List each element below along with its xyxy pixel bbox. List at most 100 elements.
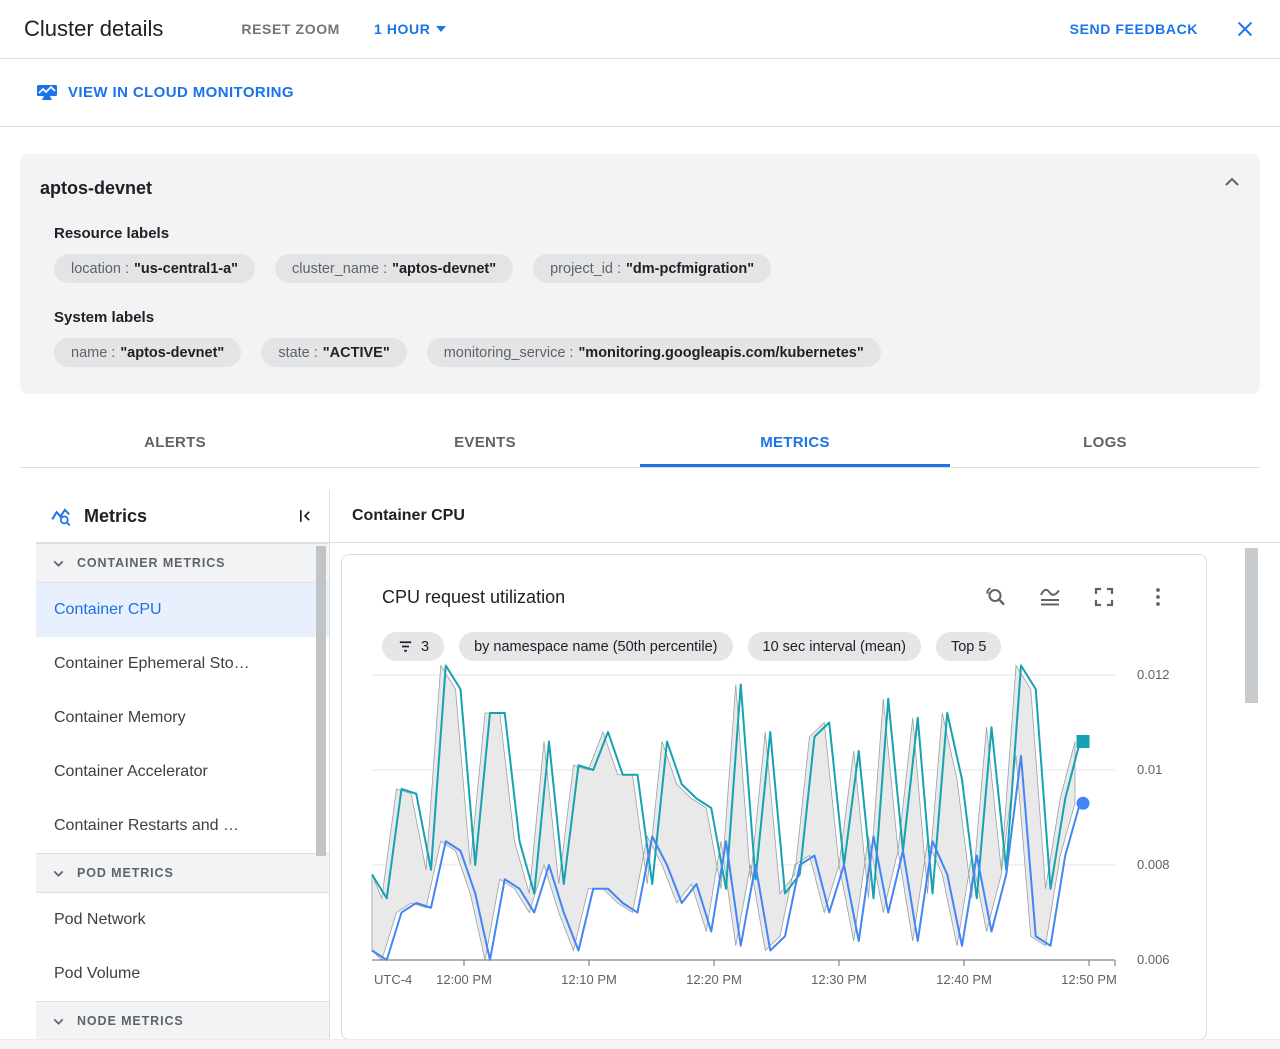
chart-menu-button[interactable] [1146, 585, 1170, 609]
sidebar-item-container-memory[interactable]: Container Memory [36, 691, 329, 745]
chip-key: name [71, 344, 108, 361]
metrics-sidebar: Metrics CONTAINER METRICS Container CPU … [36, 490, 330, 1043]
sidebar-item-container-cpu[interactable]: Container CPU [36, 583, 329, 637]
chart-panel-title: Container CPU [330, 490, 1280, 543]
chevron-down-icon [53, 560, 64, 567]
chip-colon: : [313, 344, 318, 361]
cluster-name: aptos-devnet [40, 178, 153, 198]
filter-count-chip[interactable]: 3 [382, 632, 445, 661]
monitoring-chart-icon [37, 84, 57, 100]
view-in-cloud-monitoring-link[interactable]: VIEW IN CLOUD MONITORING [36, 83, 294, 103]
label-chip-name[interactable]: name: "aptos-devnet" [54, 338, 242, 367]
svg-text:12:20 PM: 12:20 PM [686, 972, 742, 987]
chip-value: "ACTIVE" [322, 344, 390, 361]
chip-value: "dm-pcfmigration" [626, 260, 755, 277]
send-feedback-button[interactable]: SEND FEEDBACK [1070, 21, 1198, 37]
cpu-chart-card: CPU request utilization 3 by namespace n… [341, 554, 1207, 1040]
svg-text:12:00 PM: 12:00 PM [436, 972, 492, 987]
label-chip-project-id[interactable]: project_id: "dm-pcfmigration" [533, 254, 772, 283]
label-chip-monitoring-service[interactable]: monitoring_service: "monitoring.googleap… [426, 338, 881, 367]
svg-text:12:50 PM: 12:50 PM [1061, 972, 1117, 987]
chip-key: cluster_name [292, 260, 380, 277]
svg-text:UTC-4: UTC-4 [374, 972, 412, 987]
view-in-cloud-monitoring-label: VIEW IN CLOUD MONITORING [68, 84, 294, 101]
reset-zoom-button[interactable]: RESET ZOOM [241, 21, 340, 37]
top-n-chip[interactable]: Top 5 [935, 632, 1002, 661]
fullscreen-button[interactable] [1092, 585, 1116, 609]
chip-colon: : [124, 260, 130, 277]
svg-text:0.006: 0.006 [1137, 952, 1170, 967]
chart-filter-row: 3 by namespace name (50th percentile) 10… [342, 609, 1206, 661]
label-chip-cluster-name[interactable]: cluster_name: "aptos-devnet" [275, 254, 514, 283]
chip-colon: : [616, 260, 622, 277]
collapse-card-button[interactable] [1220, 170, 1244, 199]
sidebar-title: Metrics [84, 505, 148, 526]
metrics-explorer-icon [51, 508, 71, 526]
system-labels-title: System labels [54, 309, 155, 326]
metrics-content: Metrics CONTAINER METRICS Container CPU … [0, 490, 1280, 1043]
fullscreen-icon [1094, 587, 1114, 607]
chip-key: project_id [550, 260, 613, 277]
chip-key: location [71, 260, 121, 277]
section-container-metrics[interactable]: CONTAINER METRICS [36, 543, 329, 583]
filter-count: 3 [421, 638, 430, 655]
tab-bar: ALERTS EVENTS METRICS LOGS [20, 420, 1260, 468]
filter-icon [399, 641, 412, 652]
chevron-down-icon [436, 26, 447, 32]
svg-text:0.012: 0.012 [1137, 667, 1170, 682]
chip-key: state [278, 344, 310, 361]
cluster-summary-card: aptos-devnet Resource labels location: "… [20, 154, 1260, 394]
interval-chip[interactable]: 10 sec interval (mean) [747, 632, 921, 661]
section-label: NODE METRICS [77, 1014, 184, 1028]
time-range-dropdown[interactable]: 1 HOUR [374, 21, 447, 37]
svg-text:12:40 PM: 12:40 PM [936, 972, 992, 987]
zoom-reset-button[interactable] [984, 585, 1008, 609]
chart-type-button[interactable] [1038, 585, 1062, 609]
chart-panel: Container CPU CPU request utilization 3 … [330, 490, 1280, 1043]
chip-colon: : [383, 260, 388, 277]
sidebar-item-container-restarts[interactable]: Container Restarts and … [36, 799, 329, 853]
section-node-metrics[interactable]: NODE METRICS [36, 1001, 329, 1041]
chevron-down-icon [53, 1018, 64, 1025]
app-header: Cluster details RESET ZOOM 1 HOUR SEND F… [0, 0, 1280, 59]
svg-text:12:10 PM: 12:10 PM [561, 972, 617, 987]
chip-value: "aptos-devnet" [120, 344, 225, 361]
close-button[interactable] [1234, 18, 1256, 40]
section-pod-metrics[interactable]: POD METRICS [36, 853, 329, 893]
section-label: POD METRICS [77, 866, 174, 880]
label-chip-location[interactable]: location: "us-central1-a" [54, 254, 256, 283]
group-by-chip[interactable]: by namespace name (50th percentile) [459, 632, 733, 661]
sidebar-scrollbar[interactable] [316, 546, 326, 856]
collapse-sidebar-button[interactable] [295, 506, 315, 526]
chip-colon: : [111, 344, 116, 361]
collapse-panel-icon [300, 510, 310, 522]
chip-key: monitoring_service [443, 344, 566, 361]
close-icon [1237, 21, 1253, 37]
chart-title: CPU request utilization [382, 586, 566, 607]
chart-svg: 12:00 PM 12:10 PM 12:20 PM 12:30 PM 12:40 PM… [371, 664, 1170, 987]
label-chip-state[interactable]: state: "ACTIVE" [261, 338, 407, 367]
bottom-strip [0, 1039, 1280, 1049]
sidebar-item-pod-network[interactable]: Pod Network [36, 893, 329, 947]
chart-toolbar [984, 585, 1170, 609]
tab-logs[interactable]: LOGS [950, 420, 1260, 467]
tab-alerts[interactable]: ALERTS [20, 420, 330, 467]
sidebar-item-pod-volume[interactable]: Pod Volume [36, 947, 329, 1001]
chip-value: "monitoring.googleapis.com/kubernetes" [578, 344, 864, 361]
chevron-up-icon [1225, 177, 1239, 186]
page-title: Cluster details [24, 16, 164, 41]
chip-value: "aptos-devnet" [392, 260, 497, 277]
tab-metrics[interactable]: METRICS [640, 420, 950, 467]
tab-events[interactable]: EVENTS [330, 420, 640, 467]
metric-list: CONTAINER METRICS Container CPU Containe… [36, 543, 329, 1041]
chart-card-header: CPU request utilization [342, 555, 1206, 609]
sidebar-item-container-ephemeral-storage[interactable]: Container Ephemeral Sto… [36, 637, 329, 691]
area-chart-icon [1040, 588, 1060, 606]
chip-value: "us-central1-a" [134, 260, 239, 277]
monitoring-link-bar: VIEW IN CLOUD MONITORING [0, 59, 1280, 127]
panel-scrollbar[interactable] [1245, 548, 1258, 703]
svg-text:0.008: 0.008 [1137, 857, 1170, 872]
svg-text:12:30 PM: 12:30 PM [811, 972, 867, 987]
sidebar-item-container-accelerator[interactable]: Container Accelerator [36, 745, 329, 799]
cpu-utilization-chart[interactable]: 12:00 PM 12:10 PM 12:20 PM 12:30 PM 12:40 PM… [342, 663, 1208, 1008]
